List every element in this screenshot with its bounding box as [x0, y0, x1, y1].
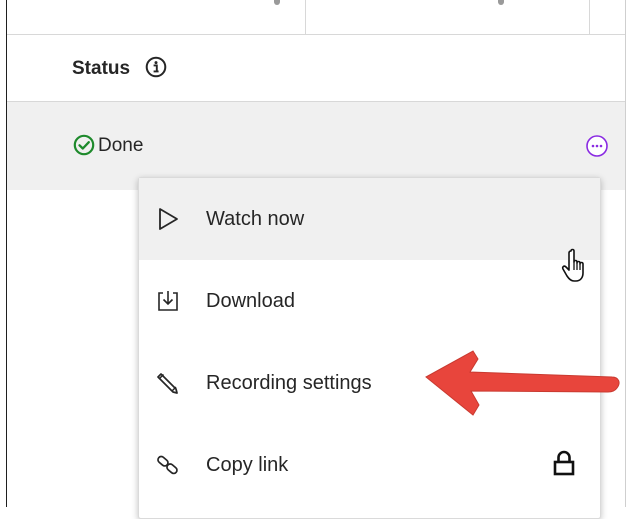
- pencil-icon: [157, 373, 178, 394]
- sort-indicator-icon: [274, 0, 280, 5]
- download-icon: [158, 291, 178, 311]
- table-header-row-partial: [7, 0, 625, 35]
- annotation-arrow-icon: [425, 350, 620, 416]
- lock-icon: [553, 450, 575, 476]
- column-divider: [305, 0, 306, 34]
- menu-item-label: Download: [206, 290, 295, 312]
- menu-item-download[interactable]: Download: [139, 260, 600, 342]
- menu-item-label: Watch now: [206, 208, 305, 230]
- screenshot-right-edge: [625, 0, 626, 507]
- play-outline-icon: [159, 208, 178, 230]
- status-column-header: Status: [7, 35, 625, 102]
- check-circle-icon: [73, 134, 95, 156]
- column-divider: [589, 0, 590, 34]
- info-icon[interactable]: [145, 56, 167, 78]
- sort-indicator-icon: [498, 0, 504, 5]
- more-options-button[interactable]: [585, 134, 609, 158]
- menu-item-watch-now[interactable]: Watch now: [139, 178, 600, 260]
- menu-item-label: Recording settings: [206, 372, 372, 394]
- status-header-label: Status: [72, 58, 131, 79]
- menu-item-copy-link[interactable]: Copy link: [139, 424, 600, 506]
- hand-pointer-cursor-icon: [561, 248, 584, 282]
- link-icon: [157, 455, 178, 475]
- menu-item-label: Copy link: [206, 454, 289, 476]
- status-value: Done: [98, 135, 144, 156]
